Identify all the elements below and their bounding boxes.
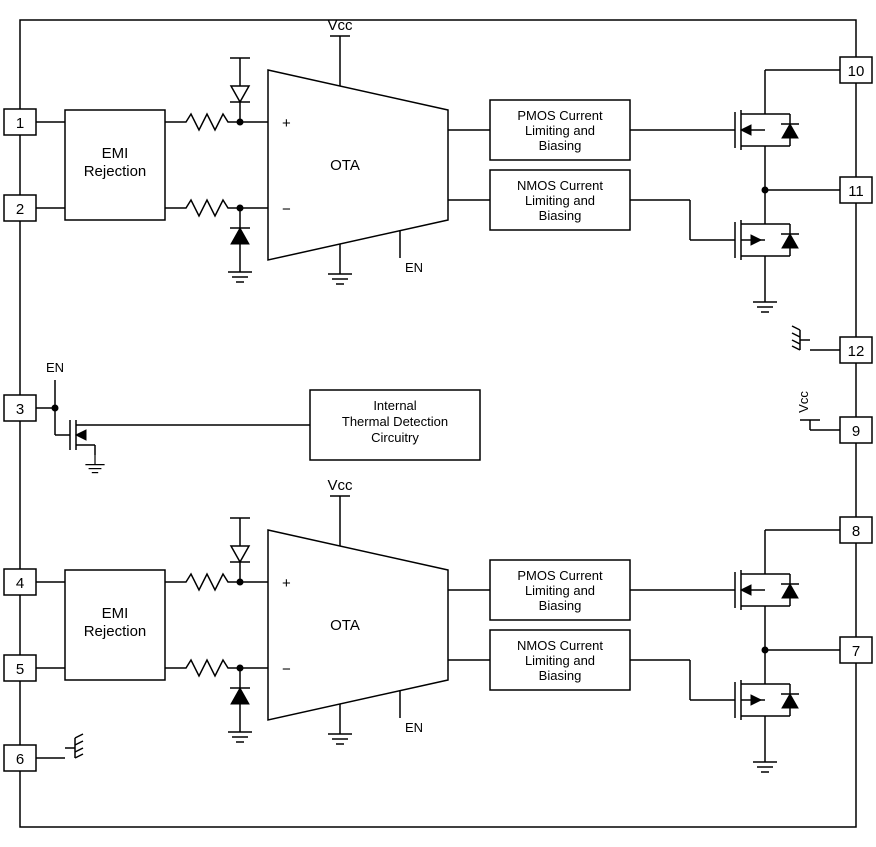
- nmos-label-3: Biasing: [539, 208, 582, 223]
- svg-text:PMOS Current: PMOS Current: [517, 568, 603, 583]
- ota-label: OTA: [330, 157, 360, 174]
- svg-text:OTA: OTA: [330, 617, 360, 634]
- svg-text:Biasing: Biasing: [539, 668, 582, 683]
- pin-4-label: 4: [16, 575, 24, 592]
- svg-text:Rejection: Rejection: [84, 623, 147, 640]
- pin-9-label: 9: [852, 423, 860, 440]
- pin-7-label: 7: [852, 643, 860, 660]
- svg-text:NMOS Current: NMOS Current: [517, 638, 603, 653]
- thermal-label-1: Internal: [373, 398, 416, 413]
- pin-3-label: 3: [16, 401, 24, 418]
- thermal-label-2: Thermal Detection: [342, 414, 448, 429]
- pin-12-label: 12: [848, 343, 865, 360]
- vcc-top-label: Vcc: [327, 17, 353, 34]
- pin-5-label: 5: [16, 661, 24, 678]
- vcc-right-label: Vcc: [796, 391, 811, 413]
- emi-rejection-label-1: EMI: [102, 145, 129, 162]
- nmos-label-1: NMOS Current: [517, 178, 603, 193]
- block-diagram: 1 2 3 4 5 6 10 11 12 9 8 7 EMI Rejection: [0, 0, 876, 847]
- thermal-label-3: Circuitry: [371, 430, 419, 445]
- ota-plus-label: +: [282, 115, 291, 132]
- svg-text:+: +: [282, 575, 291, 592]
- svg-text:Limiting and: Limiting and: [525, 583, 595, 598]
- pin-6-label: 6: [16, 751, 24, 768]
- pin-2-label: 2: [16, 201, 24, 218]
- svg-text:−: −: [282, 661, 291, 678]
- en-pin-label: EN: [46, 360, 64, 375]
- en-top-label: EN: [405, 260, 423, 275]
- pin-8-label: 8: [852, 523, 860, 540]
- svg-text:Limiting and: Limiting and: [525, 653, 595, 668]
- nmos-label-2: Limiting and: [525, 193, 595, 208]
- pmos-label-3: Biasing: [539, 138, 582, 153]
- pmos-label-1: PMOS Current: [517, 108, 603, 123]
- vcc-bot-label: Vcc: [327, 477, 353, 494]
- pin-10-label: 10: [848, 63, 865, 80]
- pin-11-label: 11: [848, 183, 864, 200]
- ota-minus-label: −: [282, 201, 291, 218]
- svg-text:Biasing: Biasing: [539, 598, 582, 613]
- pmos-label-2: Limiting and: [525, 123, 595, 138]
- pin-1-label: 1: [16, 115, 24, 132]
- emi-rejection-label-2: Rejection: [84, 163, 147, 180]
- svg-text:EMI: EMI: [102, 605, 129, 622]
- en-bot-label: EN: [405, 720, 423, 735]
